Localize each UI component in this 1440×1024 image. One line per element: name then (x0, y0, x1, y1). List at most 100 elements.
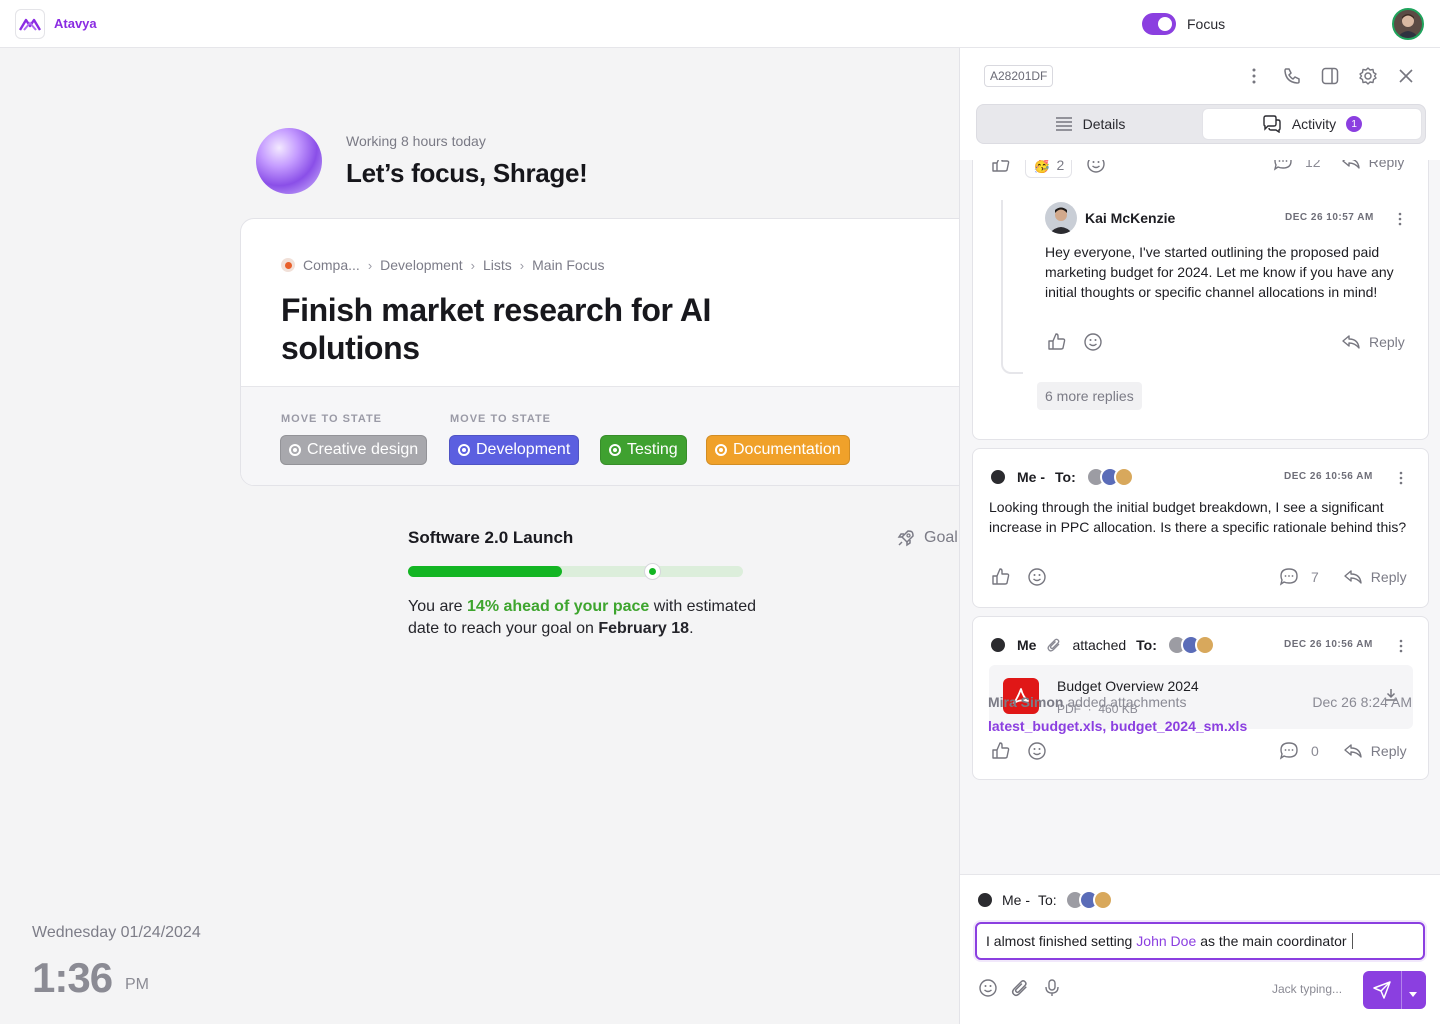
mention[interactable]: John Doe (1136, 933, 1196, 949)
tab-details[interactable]: Details (980, 108, 1200, 140)
company-icon (281, 258, 295, 272)
to-label: To: (1055, 469, 1076, 485)
pace-suffix: . (689, 620, 694, 637)
send-button[interactable] (1363, 971, 1426, 1009)
greeting-title: Let’s focus, Shrage! (346, 158, 588, 188)
app-logo[interactable] (15, 9, 45, 39)
comments-count[interactable]: 7 (1279, 567, 1319, 587)
message-actions: 0 Reply (1279, 741, 1407, 761)
breadcrumb-item[interactable]: Main Focus (532, 257, 604, 273)
state-chip-label: Creative design (307, 441, 419, 458)
note-action: added attachments (1063, 694, 1187, 710)
breadcrumb-item[interactable]: Compa... (303, 257, 360, 273)
comments-number: 12 (1305, 160, 1321, 170)
more-vertical-icon[interactable] (1399, 471, 1403, 490)
goal-title: Software 2.0 Launch (408, 528, 574, 547)
focus-toggle[interactable] (1142, 13, 1176, 35)
chevron-right-icon: › (519, 257, 525, 273)
microphone-icon[interactable] (1042, 978, 1062, 1003)
reply-button[interactable]: Reply (1341, 160, 1405, 170)
add-reaction-icon[interactable] (1027, 741, 1047, 764)
panel-tabs: Details Activity 1 (976, 104, 1426, 144)
breadcrumb-item[interactable]: Lists (483, 257, 512, 273)
note-date: Dec 26 8:24 AM (1312, 694, 1412, 710)
reaction-count: 2 (1056, 160, 1065, 173)
add-reaction-icon[interactable] (1083, 332, 1103, 355)
add-reaction-icon[interactable] (1027, 567, 1047, 590)
thumbs-up-icon[interactable] (991, 567, 1011, 590)
me-avatar[interactable] (976, 891, 994, 909)
attachment-link[interactable]: latest_budget.xls, (988, 718, 1106, 734)
user-avatar[interactable] (1392, 8, 1424, 40)
reply-button[interactable]: Reply (1341, 334, 1405, 350)
working-hours-text: Working 8 hours today (346, 133, 486, 149)
state-chip-creative-design[interactable]: Creative design (280, 435, 428, 465)
more-vertical-icon[interactable] (1399, 639, 1403, 658)
state-chip-documentation[interactable]: Documentation (706, 435, 850, 465)
breadcrumb-item[interactable]: Development (380, 257, 463, 273)
input-text-after: as the main coordinator (1200, 933, 1347, 949)
radio-icon (715, 444, 727, 456)
thumbs-up-icon[interactable] (991, 160, 1011, 177)
comment-icon (1273, 160, 1292, 171)
reply-button[interactable]: Reply (1343, 569, 1407, 585)
settings-gear-icon[interactable] (1358, 64, 1378, 88)
panel-header-actions (1244, 64, 1416, 88)
add-reaction-icon[interactable] (1086, 160, 1106, 177)
state-chip-label: Documentation (733, 441, 841, 458)
activity-feed[interactable]: 🥳 2 12 Reply Kai McKenzie DEC 26 10:57 AM… (960, 160, 1440, 874)
state-label: MOVE TO STATE (281, 413, 383, 425)
kai-avatar[interactable] (1045, 202, 1077, 234)
goal-link[interactable]: Goal (896, 528, 958, 548)
comments-count[interactable]: 12 (1273, 160, 1321, 172)
me-avatar[interactable] (989, 636, 1007, 654)
tab-activity[interactable]: Activity 1 (1202, 108, 1422, 140)
attach-icon[interactable] (1010, 978, 1030, 1003)
phone-icon[interactable] (1282, 64, 1302, 88)
composer-tools (978, 978, 1062, 1003)
note-author[interactable]: Mira Simon (988, 694, 1063, 710)
message-input[interactable]: I almost finished setting John Doe as th… (975, 922, 1425, 960)
activity-message-card: Me - To: DEC 26 10:56 AM Looking through… (972, 448, 1429, 608)
message-timestamp: DEC 26 10:56 AM (1284, 639, 1373, 650)
app-name: Atavya (54, 16, 97, 31)
send-icon (1372, 980, 1392, 1005)
more-replies-button[interactable]: 6 more replies (1037, 382, 1142, 410)
attachment-link[interactable]: budget_2024_sm.xls (1110, 718, 1247, 734)
state-chip-testing[interactable]: Testing (600, 435, 687, 465)
me-avatar[interactable] (989, 468, 1007, 486)
comments-number: 7 (1311, 569, 1319, 585)
reply-label: Reply (1370, 569, 1407, 585)
message-actions: 7 Reply (1279, 567, 1407, 587)
thumbs-up-icon[interactable] (991, 741, 1011, 764)
comment-icon (1279, 568, 1298, 586)
split-view-icon[interactable] (1320, 64, 1340, 88)
state-chip-development[interactable]: Development (449, 435, 580, 465)
reply-button[interactable]: Reply (1343, 743, 1407, 759)
reaction-row (991, 741, 1047, 764)
to-label: To: (1136, 637, 1157, 653)
reaction-row (1047, 332, 1103, 355)
more-vertical-icon[interactable] (1244, 64, 1264, 88)
emoji-reaction-chip[interactable]: 🥳 2 (1025, 160, 1073, 178)
reply-label: Reply (1370, 743, 1407, 759)
list-icon (1055, 117, 1072, 131)
recipients-avatars[interactable] (1064, 890, 1113, 910)
note-attachments: latest_budget.xls, budget_2024_sm.xls (988, 718, 1247, 734)
thread-connector-line (1001, 200, 1023, 374)
focus-label: Focus (1187, 16, 1226, 32)
close-icon[interactable] (1396, 64, 1416, 88)
thumbs-up-icon[interactable] (1047, 332, 1067, 355)
comments-count[interactable]: 0 (1279, 741, 1319, 761)
task-id-badge[interactable]: A28201DF (984, 65, 1054, 87)
activity-note: Mira Simon added attachments (988, 694, 1186, 710)
reply-label: Reply (1368, 160, 1405, 170)
recipients-avatars[interactable] (1166, 635, 1215, 655)
emoji-icon[interactable] (978, 978, 998, 1003)
recipients-avatars[interactable] (1085, 467, 1134, 487)
chevron-down-icon[interactable] (1408, 986, 1418, 1004)
more-vertical-icon[interactable] (1398, 212, 1402, 227)
comment-author[interactable]: Kai McKenzie (1085, 210, 1175, 226)
state-section: MOVE TO STATE MOVE TO STATE Creative des… (241, 386, 999, 485)
tab-label: Details (1082, 116, 1126, 132)
